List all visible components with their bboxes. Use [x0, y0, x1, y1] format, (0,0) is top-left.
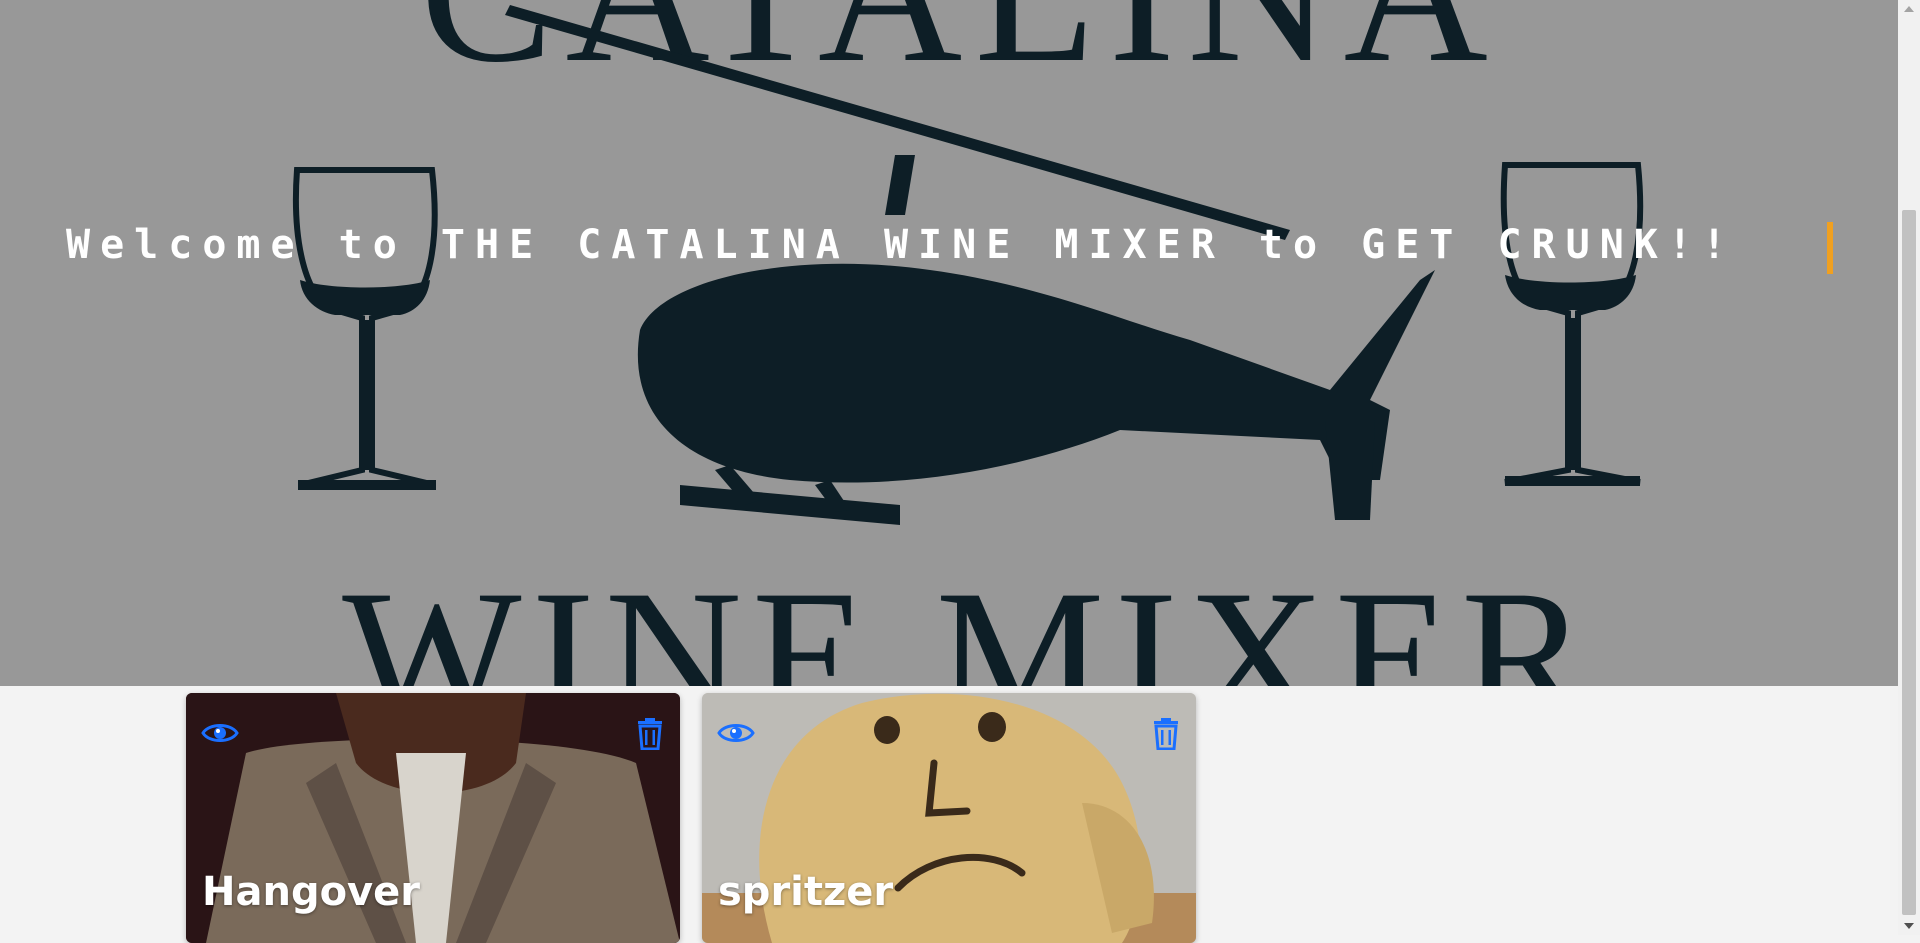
- view-button[interactable]: [200, 713, 240, 753]
- scrollbar-thumb[interactable]: [1902, 210, 1916, 915]
- scroll-up-arrow[interactable]: [1898, 0, 1920, 18]
- welcome-heading: Welcome to THE CATALINA WINE MIXER to GE…: [66, 222, 1737, 268]
- card-title: spritzer: [718, 869, 894, 915]
- catalina-wine-mixer-logo: CATALINA WINE MIXER: [292, 0, 1644, 686]
- cocktail-card[interactable]: spritzer: [702, 693, 1196, 943]
- typing-cursor: [1827, 222, 1833, 274]
- hero-banner: CATALINA WINE MIXER Welcome to THE CATAL…: [0, 0, 1898, 686]
- logo-text-top: CATALINA: [420, 0, 1500, 104]
- cocktail-card-list: Hangover spritzer: [0, 686, 1898, 943]
- delete-button[interactable]: [1146, 713, 1186, 753]
- trash-icon: [1154, 718, 1178, 750]
- vertical-scrollbar[interactable]: [1898, 0, 1920, 935]
- eye-icon: [717, 724, 755, 742]
- eye-icon: [201, 724, 239, 742]
- trash-icon: [638, 718, 662, 750]
- view-button[interactable]: [716, 713, 756, 753]
- cocktail-card[interactable]: Hangover: [186, 693, 680, 943]
- logo-text-bottom: WINE MIXER: [342, 552, 1598, 686]
- card-title: Hangover: [202, 869, 420, 915]
- scroll-down-arrow[interactable]: [1898, 917, 1920, 935]
- delete-button[interactable]: [630, 713, 670, 753]
